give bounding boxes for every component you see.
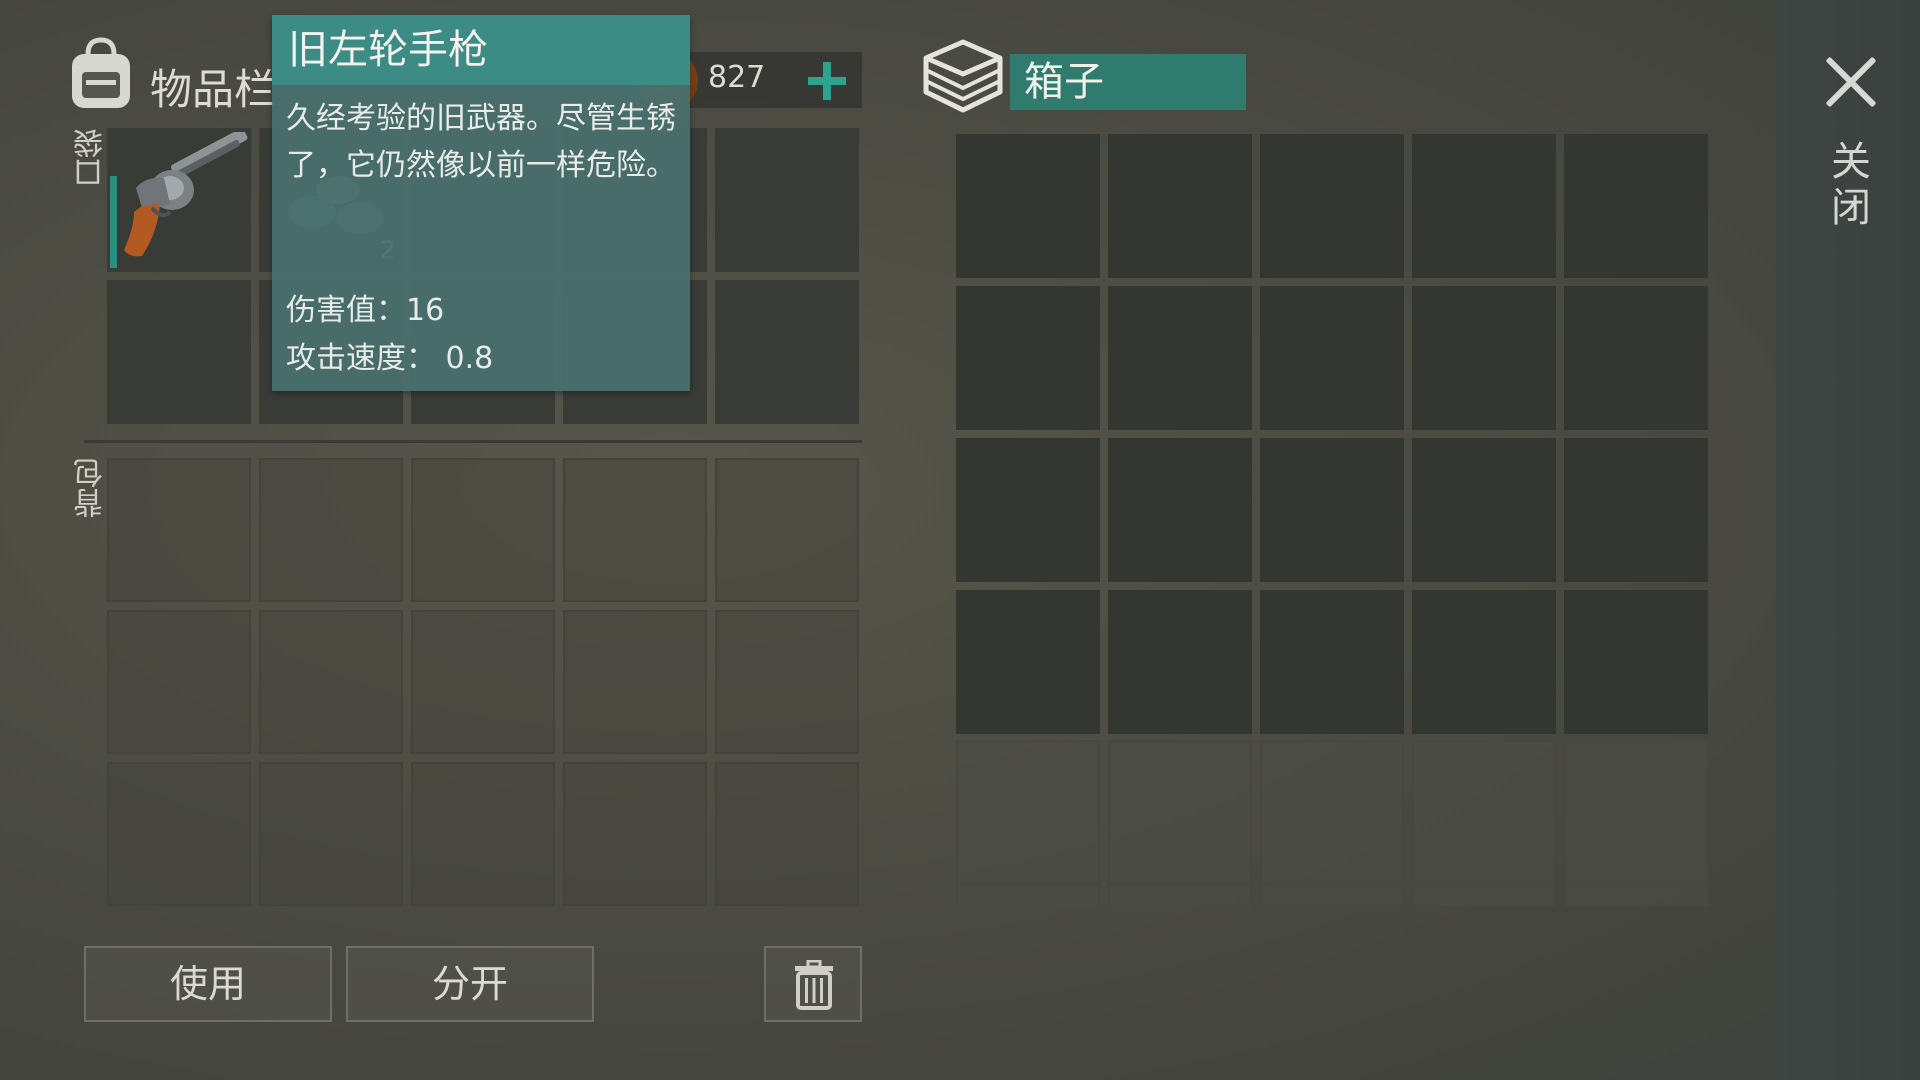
chest-slot[interactable]	[1564, 590, 1708, 734]
revolver-icon[interactable]	[112, 132, 252, 268]
chest-slot[interactable]	[1260, 286, 1404, 430]
chest-slot[interactable]	[1412, 884, 1556, 906]
chest-slot[interactable]	[1260, 884, 1404, 906]
use-button[interactable]: 使用	[84, 946, 332, 1022]
section-divider	[84, 440, 862, 443]
chest-slot[interactable]	[1564, 134, 1708, 278]
add-coins-button[interactable]	[804, 58, 850, 104]
backpack-icon	[72, 37, 130, 108]
backpack-slot[interactable]	[411, 458, 555, 602]
chest-slot[interactable]	[1564, 438, 1708, 582]
pocket-slot[interactable]	[107, 280, 251, 424]
tooltip-damage: 伤害值：16	[286, 293, 445, 328]
pocket-slot[interactable]	[715, 128, 859, 272]
chest-slot[interactable]	[956, 286, 1100, 430]
chest-slot[interactable]	[1108, 740, 1252, 884]
chest-slot[interactable]	[1260, 134, 1404, 278]
backpack-grid	[107, 458, 859, 906]
backpack-slot[interactable]	[715, 762, 859, 906]
chest-slot[interactable]	[1260, 740, 1404, 884]
chest-slot[interactable]	[1564, 740, 1708, 884]
backpack-slot[interactable]	[563, 610, 707, 754]
pocket-slot[interactable]	[715, 280, 859, 424]
backpack-slot[interactable]	[259, 458, 403, 602]
tooltip-title: 旧左轮手枪	[272, 15, 690, 85]
backpack-slot[interactable]	[107, 610, 251, 754]
chest-slot[interactable]	[956, 590, 1100, 734]
box-icon	[923, 39, 1003, 113]
trash-button[interactable]	[764, 946, 862, 1022]
chest-slot[interactable]	[956, 740, 1100, 884]
close-icon[interactable]	[1816, 48, 1886, 118]
backpack-slot[interactable]	[259, 610, 403, 754]
chest-slot[interactable]	[1260, 590, 1404, 734]
chest-slot[interactable]	[1412, 740, 1556, 884]
backpack-slot[interactable]	[411, 610, 555, 754]
chest-slot[interactable]	[1412, 134, 1556, 278]
backpack-slot[interactable]	[563, 762, 707, 906]
tooltip-description: 久经考验的旧武器。尽管生锈了，它仍然像以前一样危险。	[286, 101, 676, 183]
chest-slot[interactable]	[1412, 286, 1556, 430]
inventory-title: 物品栏	[150, 65, 277, 114]
tooltip-attack-speed: 攻击速度： 0.8	[286, 341, 494, 376]
backpack-slot[interactable]	[715, 610, 859, 754]
backpack-slot[interactable]	[107, 762, 251, 906]
close-label[interactable]: 关闭	[1824, 140, 1876, 232]
chest-slot[interactable]	[1108, 438, 1252, 582]
backpack-slot[interactable]	[563, 458, 707, 602]
chest-slot[interactable]	[1412, 438, 1556, 582]
chest-slot[interactable]	[956, 134, 1100, 278]
trash-icon	[795, 960, 833, 1010]
backpack-slot[interactable]	[259, 762, 403, 906]
chest-slot[interactable]	[1564, 286, 1708, 430]
backpack-slot[interactable]	[411, 762, 555, 906]
chest-slot[interactable]	[1412, 590, 1556, 734]
coin-count: 827	[708, 60, 766, 95]
chest-slot[interactable]	[1108, 884, 1252, 906]
chest-slot[interactable]	[1260, 438, 1404, 582]
chest-grid-partial	[956, 884, 1708, 906]
chest-slot[interactable]	[956, 884, 1100, 906]
item-tooltip: 旧左轮手枪 久经考验的旧武器。尽管生锈了，它仍然像以前一样危险。 伤害值：16 …	[272, 15, 690, 391]
chest-slot[interactable]	[1108, 134, 1252, 278]
chest-title: 箱子	[1010, 54, 1246, 110]
backpack-slot[interactable]	[107, 458, 251, 602]
backpack-slot[interactable]	[715, 458, 859, 602]
chest-grid-extra	[956, 740, 1708, 884]
split-button[interactable]: 分开	[346, 946, 594, 1022]
chest-slot[interactable]	[956, 438, 1100, 582]
chest-slot[interactable]	[1108, 286, 1252, 430]
chest-slot[interactable]	[1108, 590, 1252, 734]
chest-slot[interactable]	[1564, 884, 1708, 906]
chest-grid	[956, 134, 1708, 734]
